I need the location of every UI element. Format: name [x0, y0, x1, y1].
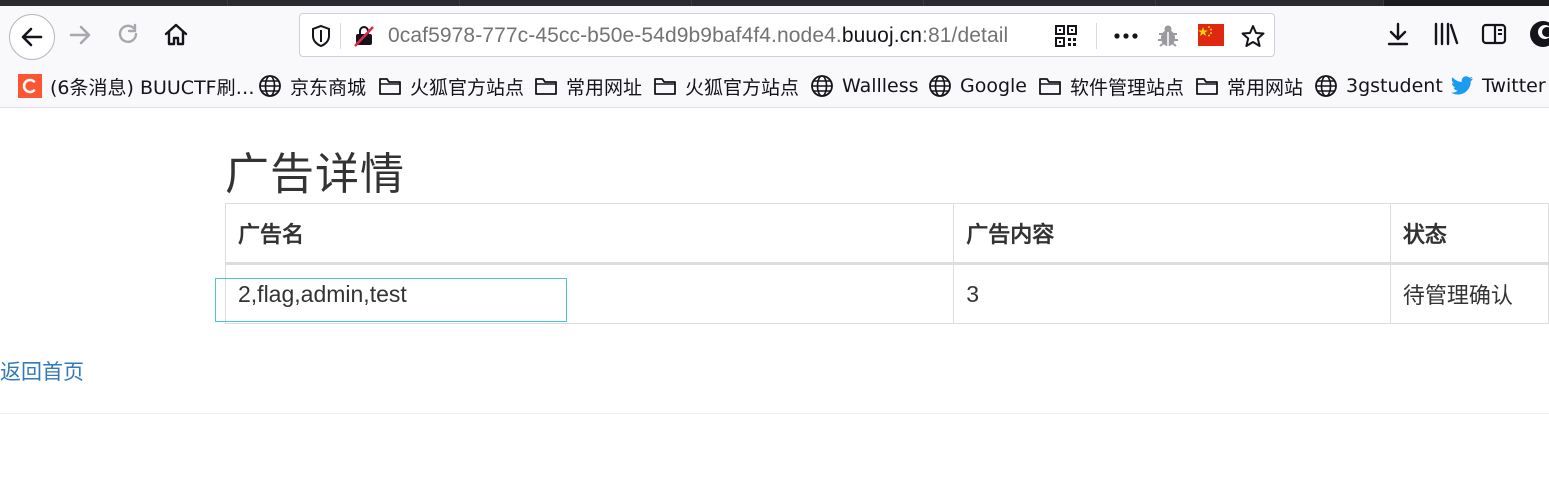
bookmark-item[interactable]: 火狐官方站点: [653, 72, 799, 100]
bookmark-label: 火狐官方站点: [685, 76, 800, 99]
bookmark-label: 软件管理站点: [1070, 76, 1185, 99]
account-icon[interactable]: [1528, 19, 1549, 54]
cell-status: 待管理确认: [1389, 263, 1549, 324]
bookmark-item[interactable]: (6条消息) BUUCTF刷…: [18, 72, 255, 100]
download-icon[interactable]: [1385, 21, 1411, 52]
bookmark-item[interactable]: 常用网站: [1195, 72, 1303, 100]
bookmark-item[interactable]: 软件管理站点: [1038, 72, 1184, 100]
globe-icon: [1314, 74, 1338, 98]
page-content: 广告详情 广告名 广告内容 状态 2,flag,admin,test 3 待管理…: [0, 108, 1549, 489]
home-icon: [164, 23, 188, 46]
bookmark-label: Google: [960, 75, 1028, 97]
china-flag-icon[interactable]: [1198, 24, 1224, 51]
arrow-left-icon: [21, 27, 43, 47]
bookmark-label: 常用网站: [1227, 76, 1304, 99]
bookmark-item[interactable]: 京东商城: [258, 72, 366, 100]
bookmark-label: 3gstudent: [1346, 75, 1443, 97]
divider: [340, 23, 341, 49]
bookmark-label: 京东商城: [290, 76, 367, 99]
globe-icon: [258, 74, 282, 98]
insecure-lock-icon[interactable]: [352, 24, 376, 53]
star-bookmark-icon[interactable]: [1240, 24, 1266, 53]
bookmark-label: Twitter: [1482, 75, 1546, 97]
sidebar-icon[interactable]: [1480, 21, 1508, 52]
url-text[interactable]: 0caf5978-777c-45cc-b50e-54d9b9baf4f4.nod…: [388, 24, 1040, 48]
qr-code-icon[interactable]: [1054, 24, 1078, 53]
bookmarks-bar: (6条消息) BUUCTF刷… 京东商城 火狐官方站点 常用网址 火狐官方站点 …: [0, 64, 1549, 108]
column-header-ad-name: 广告名: [224, 203, 955, 265]
column-header-ad-content: 广告内容: [953, 203, 1391, 265]
nav-toolbar: 0caf5978-777c-45cc-b50e-54d9b9baf4f4.nod…: [0, 6, 1549, 64]
table-row: 2,flag,admin,test 3 待管理确认: [224, 263, 1549, 324]
folder-icon: [534, 74, 558, 98]
divider: [1096, 23, 1097, 49]
bookmark-item[interactable]: Wallless: [810, 72, 919, 100]
globe-icon: [810, 74, 834, 98]
url-fade: [1020, 18, 1044, 52]
table-header-row: 广告名 广告内容 状态: [224, 203, 1549, 265]
folder-icon: [653, 74, 677, 98]
back-home-link[interactable]: 返回首页: [0, 356, 84, 386]
cell-ad-content: 3: [953, 263, 1391, 324]
bookmark-item[interactable]: Google: [928, 72, 1027, 100]
bookmark-item[interactable]: 常用网址: [534, 72, 642, 100]
reload-button[interactable]: [108, 15, 148, 55]
bookmark-label: 常用网址: [566, 76, 643, 99]
arrow-right-icon: [69, 25, 91, 45]
bookmark-item[interactable]: 火狐官方站点: [378, 72, 524, 100]
divider: [0, 413, 1549, 414]
bookmark-item[interactable]: Twitter: [1450, 72, 1546, 100]
folder-icon: [378, 74, 402, 98]
page-title: 广告详情: [225, 149, 405, 200]
bug-extension-icon[interactable]: [1156, 24, 1180, 53]
globe-icon: [928, 74, 952, 98]
bookmark-label: (6条消息) BUUCTF刷…: [50, 76, 255, 99]
cell-ad-name: 2,flag,admin,test: [224, 263, 955, 324]
library-icon[interactable]: [1432, 21, 1460, 52]
csdn-icon: [18, 74, 42, 98]
home-button[interactable]: [156, 15, 196, 55]
back-button[interactable]: [9, 14, 55, 60]
forward-button[interactable]: [60, 15, 100, 55]
ad-detail-table: 广告名 广告内容 状态 2,flag,admin,test 3 待管理确认: [224, 203, 1549, 324]
column-header-status: 状态: [1389, 203, 1549, 265]
bookmark-label: Wallless: [842, 75, 919, 97]
reload-icon: [118, 23, 138, 43]
more-actions-icon[interactable]: [1113, 26, 1139, 51]
bookmark-label: 火狐官方站点: [410, 76, 525, 99]
folder-icon: [1038, 74, 1062, 98]
shield-icon[interactable]: [310, 24, 332, 53]
url-bar[interactable]: 0caf5978-777c-45cc-b50e-54d9b9baf4f4.nod…: [299, 13, 1275, 57]
bookmark-item[interactable]: 3gstudent: [1314, 72, 1443, 100]
folder-icon: [1195, 74, 1219, 98]
twitter-icon: [1450, 74, 1474, 98]
